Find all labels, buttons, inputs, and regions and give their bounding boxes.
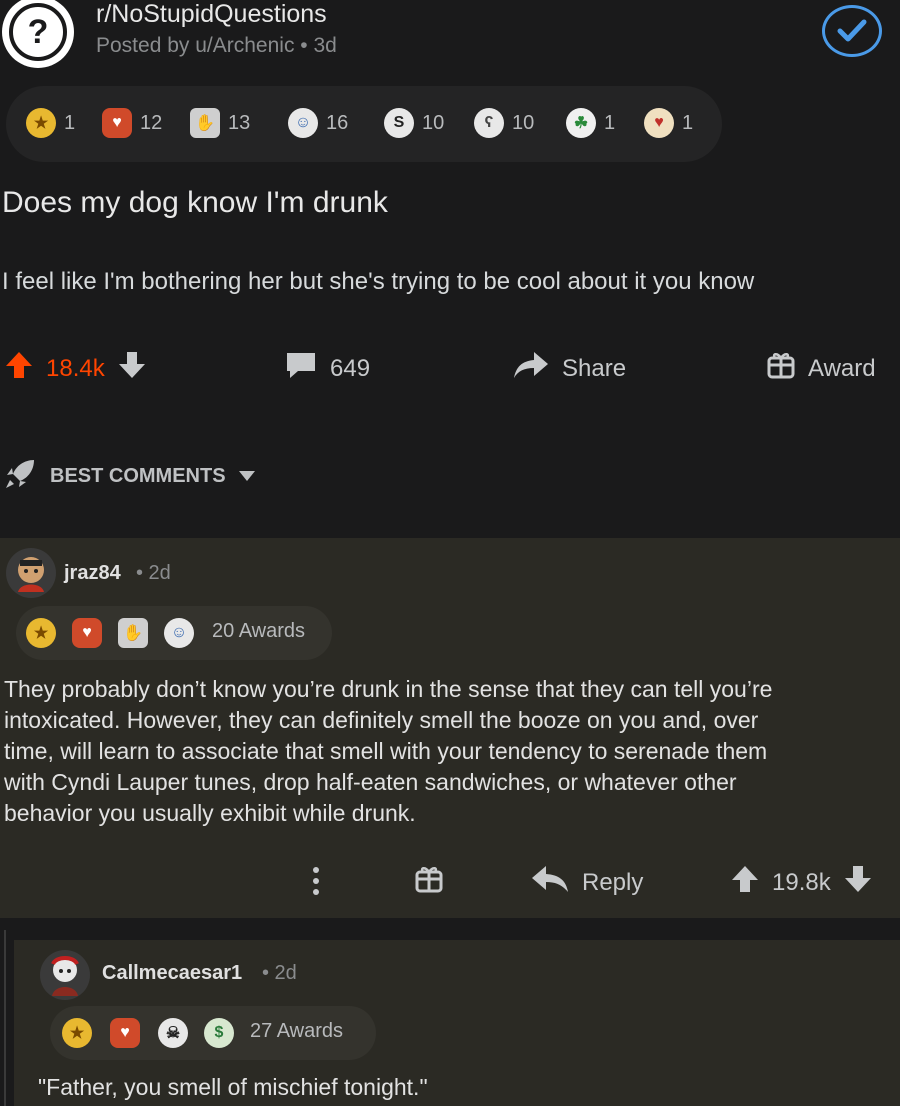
money-award-icon: $ bbox=[204, 1018, 234, 1048]
thread-line[interactable] bbox=[4, 930, 6, 1106]
comments-button[interactable]: 649 bbox=[284, 350, 370, 387]
award-count: 10 bbox=[422, 111, 445, 134]
award-heart-eyes[interactable]: ♥ 1 bbox=[644, 108, 693, 138]
comment-count: 649 bbox=[330, 354, 371, 382]
posted-by: Posted by u/Archenic • 3d bbox=[96, 34, 337, 57]
gift-icon bbox=[414, 864, 444, 901]
helpful-award-icon: ☘ bbox=[566, 108, 596, 138]
bravo-award-icon: ✋ bbox=[118, 618, 148, 648]
upvote-icon[interactable] bbox=[730, 864, 760, 901]
award-count: 1 bbox=[604, 111, 616, 134]
gold-award-icon: ★ bbox=[26, 108, 56, 138]
award-wholesome[interactable]: ♥ 12 bbox=[102, 108, 162, 138]
chevron-down-icon bbox=[238, 465, 256, 488]
upvote-icon[interactable] bbox=[4, 350, 34, 387]
comment-vote-group: 19.8k bbox=[730, 864, 873, 901]
wholesome-award-icon: ♥ bbox=[72, 618, 102, 648]
comment-author[interactable]: Callmecaesar1 bbox=[102, 962, 242, 985]
comment-line: with Cyndi Lauper tunes, drop half-eaten… bbox=[4, 769, 737, 795]
comment-time: • 2d bbox=[136, 562, 171, 584]
hugz-award-icon: ʕ bbox=[474, 108, 504, 138]
wholesome-award-icon: ♥ bbox=[110, 1018, 140, 1048]
comment-line: behavior you usually exhibit while drunk… bbox=[4, 800, 416, 826]
comment-sort-dropdown[interactable]: BEST COMMENTS bbox=[4, 456, 256, 496]
vote-count: 18.4k bbox=[46, 354, 105, 382]
award-button[interactable]: Award bbox=[766, 350, 876, 387]
avatar[interactable] bbox=[40, 950, 90, 1000]
tears-of-joy-award-icon: ☺ bbox=[164, 618, 194, 648]
post-header: ? r/NoStupidQuestions Posted by u/Archen… bbox=[0, 0, 900, 80]
skull-award-icon: ☠ bbox=[158, 1018, 188, 1048]
avatar[interactable] bbox=[6, 548, 56, 598]
post-vote-group: 18.4k bbox=[4, 350, 147, 387]
gold-award-icon: ★ bbox=[26, 618, 56, 648]
rocket-icon bbox=[4, 456, 38, 496]
sort-label: BEST COMMENTS bbox=[50, 464, 226, 487]
downvote-icon[interactable] bbox=[843, 864, 873, 901]
bravo-award-icon: ✋ bbox=[190, 108, 220, 138]
award-silver[interactable]: S 10 bbox=[384, 108, 444, 138]
more-options-button[interactable] bbox=[306, 864, 326, 905]
share-arrow-icon bbox=[512, 350, 550, 387]
comment-line: They probably don’t know you’re drunk in… bbox=[4, 676, 773, 702]
checkmark-icon[interactable] bbox=[822, 5, 882, 57]
award-count: 16 bbox=[326, 111, 349, 134]
award-label: Award bbox=[808, 354, 876, 382]
post-title[interactable]: Does my dog know I'm drunk bbox=[2, 186, 388, 220]
comment-author[interactable]: jraz84 bbox=[64, 562, 121, 585]
award-hugz[interactable]: ʕ 10 bbox=[474, 108, 534, 138]
awards-count-label: 20 Awards bbox=[212, 620, 306, 642]
award-gold[interactable]: ★ 1 bbox=[26, 108, 75, 138]
comment-line: time, will learn to associate that smell… bbox=[4, 738, 768, 764]
silver-award-icon: S bbox=[384, 108, 414, 138]
comment-line: intoxicated. However, they can definitel… bbox=[4, 707, 759, 733]
gift-icon bbox=[766, 350, 796, 387]
award-count: 12 bbox=[140, 111, 163, 134]
give-award-button[interactable] bbox=[414, 864, 444, 901]
award-count: 13 bbox=[228, 111, 251, 134]
heart-eyes-award-icon: ♥ bbox=[644, 108, 674, 138]
wholesome-award-icon: ♥ bbox=[102, 108, 132, 138]
comment-time: • 2d bbox=[262, 962, 297, 984]
vote-count: 19.8k bbox=[772, 868, 831, 896]
comment-body: "Father, you smell of mischief tonight." bbox=[38, 1074, 428, 1100]
award-count: 10 bbox=[512, 111, 535, 134]
award-helpful[interactable]: ☘ 1 bbox=[566, 108, 615, 138]
award-bravo[interactable]: ✋ 13 bbox=[190, 108, 250, 138]
reply-arrow-icon bbox=[530, 864, 570, 901]
award-count: 1 bbox=[64, 111, 76, 134]
awards-count-label: 27 Awards bbox=[250, 1020, 344, 1042]
subreddit-name[interactable]: r/NoStupidQuestions bbox=[96, 0, 327, 29]
post-body: I feel like I'm bothering her but she's … bbox=[2, 268, 755, 295]
reply-button[interactable]: Reply bbox=[530, 864, 643, 901]
comment-icon bbox=[284, 350, 318, 387]
award-tears-of-joy[interactable]: ☺ 16 bbox=[288, 108, 348, 138]
award-count: 1 bbox=[682, 111, 694, 134]
question-mark-icon: ? bbox=[9, 3, 67, 61]
downvote-icon[interactable] bbox=[117, 350, 147, 387]
share-label: Share bbox=[562, 354, 627, 382]
share-button[interactable]: Share bbox=[512, 350, 626, 387]
comment-body: They probably don’t know you’re drunk in… bbox=[4, 674, 894, 829]
tears-of-joy-award-icon: ☺ bbox=[288, 108, 318, 138]
reply-label: Reply bbox=[582, 868, 644, 896]
gold-award-icon: ★ bbox=[62, 1018, 92, 1048]
subreddit-avatar[interactable]: ? bbox=[2, 0, 74, 68]
more-vertical-icon bbox=[306, 864, 326, 905]
